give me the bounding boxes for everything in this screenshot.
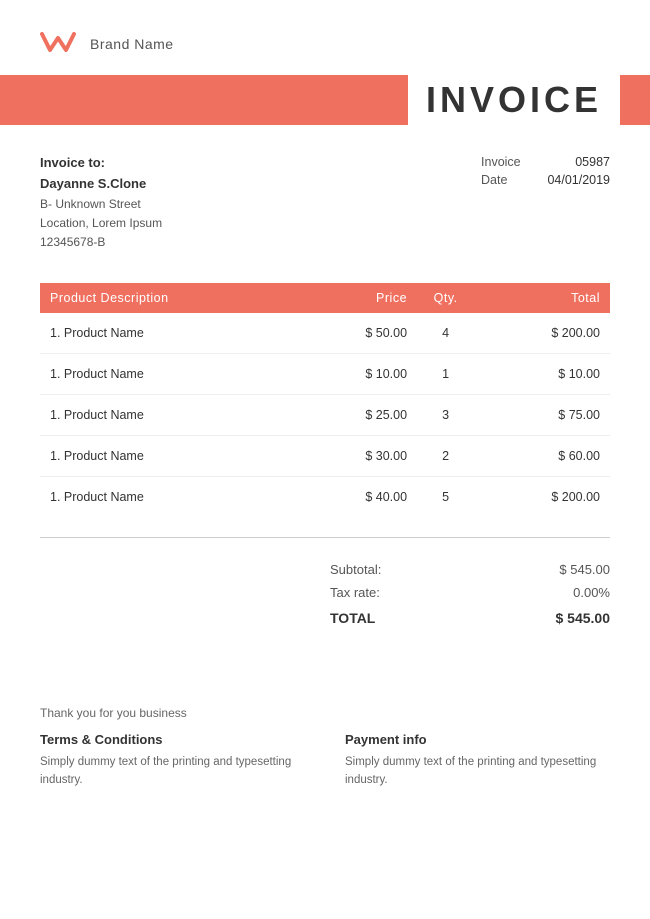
date-label: Date — [481, 173, 507, 187]
total-label: TOTAL — [330, 610, 375, 626]
address-line2: Location, Lorem Ipsum — [40, 214, 162, 233]
subtotal-row: Subtotal: $ 545.00 — [330, 558, 610, 581]
row-description: 1. Product Name — [50, 490, 291, 504]
invoice-date-row: Date 04/01/2019 — [481, 173, 610, 187]
banner-right-accent — [620, 75, 650, 125]
footer-terms-col: Terms & Conditions Simply dummy text of … — [40, 732, 305, 790]
totals-divider — [40, 537, 610, 538]
row-name: Product Name — [64, 490, 144, 504]
table-row: 1. Product Name $ 40.00 5 $ 200.00 — [40, 477, 610, 517]
row-description: 1. Product Name — [50, 408, 291, 422]
address-line3: 12345678-B — [40, 233, 162, 252]
row-qty: 4 — [407, 326, 484, 340]
totals-box: Subtotal: $ 545.00 Tax rate: 0.00% TOTAL… — [330, 558, 610, 626]
row-name: Product Name — [64, 449, 144, 463]
invoice-page: Brand Name INVOICE Invoice to: Dayanne S… — [0, 0, 650, 919]
invoice-label: Invoice — [481, 155, 521, 169]
row-total: $ 10.00 — [484, 367, 600, 381]
row-price: $ 30.00 — [291, 449, 407, 463]
row-total: $ 60.00 — [484, 449, 600, 463]
subtotal-value: $ 545.00 — [559, 562, 610, 577]
row-total: $ 75.00 — [484, 408, 600, 422]
footer-payment-col: Payment info Simply dummy text of the pr… — [345, 732, 610, 790]
tax-value: 0.00% — [573, 585, 610, 600]
product-table: Product Description Price Qty. Total 1. … — [0, 283, 650, 517]
banner-left-accent — [0, 75, 408, 125]
invoice-info-section: Invoice to: Dayanne S.Clone B- Unknown S… — [0, 125, 650, 273]
row-num: 1. — [50, 367, 64, 381]
payment-title: Payment info — [345, 732, 610, 747]
row-num: 1. — [50, 449, 64, 463]
subtotal-label: Subtotal: — [330, 562, 381, 577]
logo-icon — [40, 28, 80, 59]
invoice-number-row: Invoice 05987 — [481, 155, 610, 169]
client-address: B- Unknown Street Location, Lorem Ipsum … — [40, 195, 162, 253]
col-header-total: Total — [484, 291, 600, 305]
total-final-row: TOTAL $ 545.00 — [330, 604, 610, 626]
header: Brand Name — [0, 0, 650, 75]
row-price: $ 25.00 — [291, 408, 407, 422]
address-line1: B- Unknown Street — [40, 195, 162, 214]
payment-text: Simply dummy text of the printing and ty… — [345, 753, 610, 790]
table-body: 1. Product Name $ 50.00 4 $ 200.00 1. Pr… — [40, 313, 610, 517]
bill-to-label: Invoice to: — [40, 155, 162, 170]
row-qty: 5 — [407, 490, 484, 504]
bill-to-section: Invoice to: Dayanne S.Clone B- Unknown S… — [40, 155, 162, 253]
terms-text: Simply dummy text of the printing and ty… — [40, 753, 305, 790]
footer-columns: Terms & Conditions Simply dummy text of … — [40, 732, 610, 790]
row-qty: 1 — [407, 367, 484, 381]
invoice-value: 05987 — [575, 155, 610, 169]
row-price: $ 50.00 — [291, 326, 407, 340]
row-num: 1. — [50, 490, 64, 504]
row-qty: 3 — [407, 408, 484, 422]
row-description: 1. Product Name — [50, 326, 291, 340]
row-total: $ 200.00 — [484, 490, 600, 504]
total-value: $ 545.00 — [556, 610, 611, 626]
client-name: Dayanne S.Clone — [40, 176, 162, 191]
col-header-description: Product Description — [50, 291, 291, 305]
terms-title: Terms & Conditions — [40, 732, 305, 747]
table-row: 1. Product Name $ 50.00 4 $ 200.00 — [40, 313, 610, 354]
row-description: 1. Product Name — [50, 367, 291, 381]
row-qty: 2 — [407, 449, 484, 463]
row-num: 1. — [50, 408, 64, 422]
table-row: 1. Product Name $ 10.00 1 $ 10.00 — [40, 354, 610, 395]
brand-name: Brand Name — [90, 36, 174, 52]
totals-section: Subtotal: $ 545.00 Tax rate: 0.00% TOTAL… — [0, 548, 650, 646]
row-name: Product Name — [64, 367, 144, 381]
row-description: 1. Product Name — [50, 449, 291, 463]
row-name: Product Name — [64, 408, 144, 422]
invoice-meta: Invoice 05987 Date 04/01/2019 — [481, 155, 610, 253]
table-row: 1. Product Name $ 25.00 3 $ 75.00 — [40, 395, 610, 436]
row-total: $ 200.00 — [484, 326, 600, 340]
table-row: 1. Product Name $ 30.00 2 $ 60.00 — [40, 436, 610, 477]
date-value: 04/01/2019 — [547, 173, 610, 187]
row-name: Product Name — [64, 326, 144, 340]
tax-row: Tax rate: 0.00% — [330, 581, 610, 604]
footer-section: Thank you for you business Terms & Condi… — [0, 646, 650, 820]
row-price: $ 40.00 — [291, 490, 407, 504]
tax-label: Tax rate: — [330, 585, 380, 600]
thank-you-text: Thank you for you business — [40, 706, 610, 720]
banner-row: INVOICE — [0, 75, 650, 125]
table-header: Product Description Price Qty. Total — [40, 283, 610, 313]
invoice-title: INVOICE — [408, 79, 620, 121]
col-header-price: Price — [291, 291, 407, 305]
col-header-qty: Qty. — [407, 291, 484, 305]
row-price: $ 10.00 — [291, 367, 407, 381]
row-num: 1. — [50, 326, 64, 340]
